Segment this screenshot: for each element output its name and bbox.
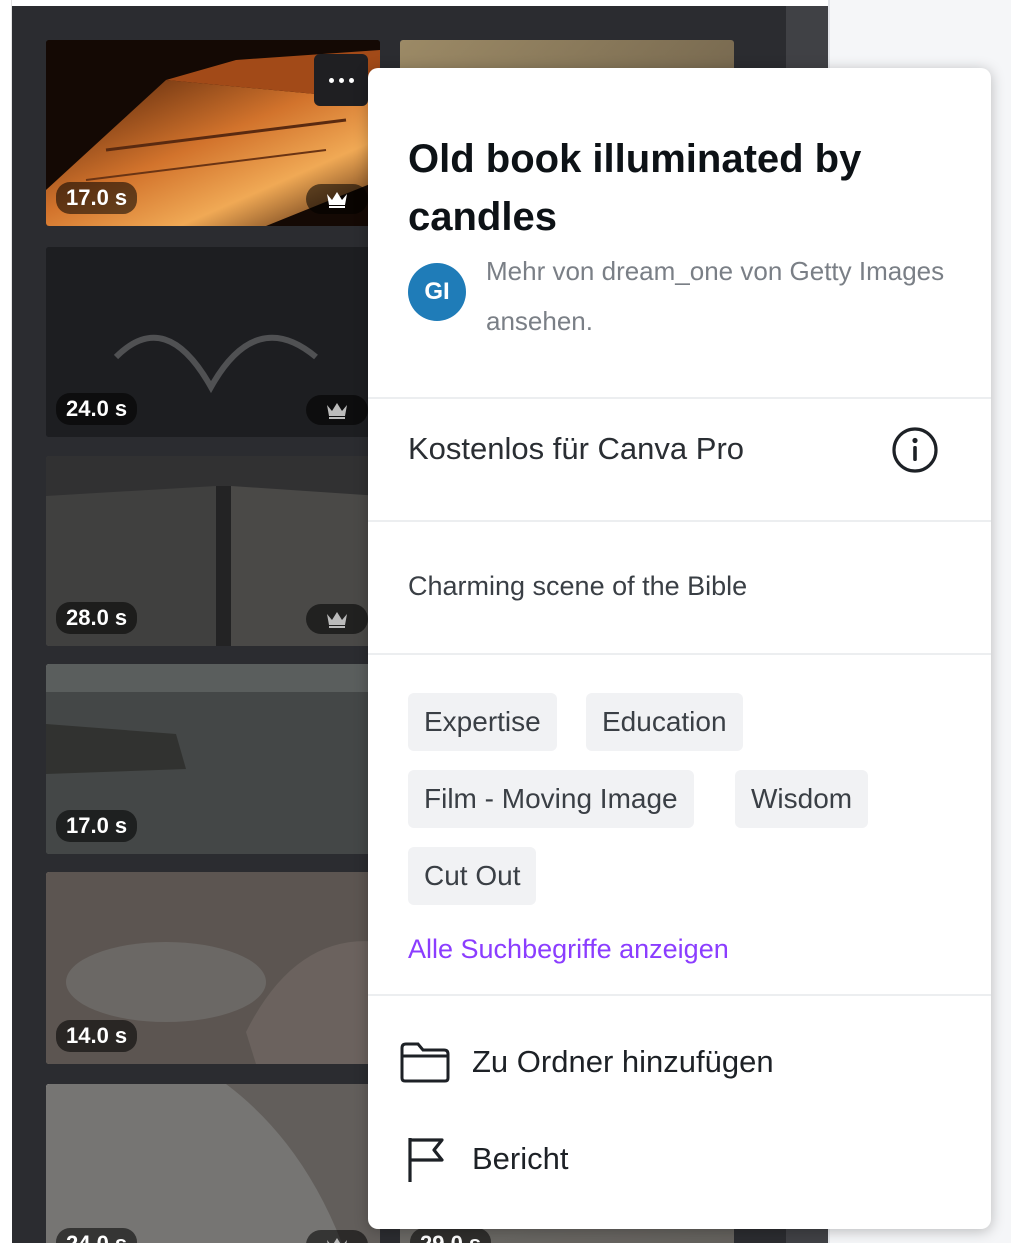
video-duration: 28.0 s xyxy=(56,602,138,634)
divider xyxy=(368,994,991,996)
video-duration: 24.0 s xyxy=(56,393,138,425)
crown-icon xyxy=(306,184,368,214)
video-thumbnail[interactable]: 24.0 s xyxy=(46,1084,380,1243)
left-edge-strip xyxy=(0,0,12,590)
contributor-link[interactable]: Mehr von dream_one von Getty Images anse… xyxy=(486,246,946,346)
tag-education[interactable]: Education xyxy=(586,693,743,751)
crown-icon xyxy=(306,1230,368,1243)
video-duration: 14.0 s xyxy=(56,1020,138,1052)
canva-screen: 29.0 s 17.0 s xyxy=(0,0,1011,1243)
crown-icon xyxy=(306,604,368,634)
divider xyxy=(368,397,991,399)
video-duration: 24.0 s xyxy=(56,1228,138,1243)
video-thumbnail[interactable]: 28.0 s xyxy=(46,456,380,646)
video-title: Old book illuminated by candles xyxy=(408,137,862,239)
divider xyxy=(368,653,991,655)
add-to-folder-button[interactable]: Zu Ordner hinzufügen xyxy=(398,1032,774,1092)
video-duration: 17.0 s xyxy=(56,182,138,214)
more-options-button[interactable] xyxy=(314,54,368,106)
video-thumbnail[interactable]: 17.0 s xyxy=(46,664,380,854)
tag-expertise[interactable]: Expertise xyxy=(408,693,557,751)
video-thumbnail[interactable]: 14.0 s xyxy=(46,872,380,1064)
video-duration: 17.0 s xyxy=(56,810,138,842)
contributor-avatar[interactable]: GI xyxy=(408,263,466,321)
tag-film-moving-image[interactable]: Film - Moving Image xyxy=(408,770,694,828)
license-label: Kostenlos für Canva Pro xyxy=(408,431,745,466)
crown-icon xyxy=(306,395,368,425)
video-duration: 29.0 s xyxy=(410,1228,492,1243)
folder-icon xyxy=(400,1042,450,1083)
video-description: Charming scene of the Bible xyxy=(408,571,748,601)
report-button[interactable]: Bericht xyxy=(398,1129,568,1189)
report-label: Bericht xyxy=(472,1141,569,1176)
video-details-popover: Old book illuminated by candles GI Mehr … xyxy=(368,68,991,1229)
video-thumbnail[interactable]: 24.0 s xyxy=(46,247,380,437)
all-keywords-link[interactable]: Alle Suchbegriffe anzeigen xyxy=(408,934,729,965)
info-icon[interactable] xyxy=(890,425,940,475)
book-text-closeup-image xyxy=(46,1084,380,1243)
divider xyxy=(368,520,991,522)
tag-wisdom[interactable]: Wisdom xyxy=(735,770,869,828)
flag-icon xyxy=(408,1138,444,1182)
add-to-folder-label: Zu Ordner hinzufügen xyxy=(472,1044,774,1079)
video-thumbnail[interactable]: 17.0 s xyxy=(46,40,380,226)
tag-cut-out[interactable]: Cut Out xyxy=(408,847,537,905)
